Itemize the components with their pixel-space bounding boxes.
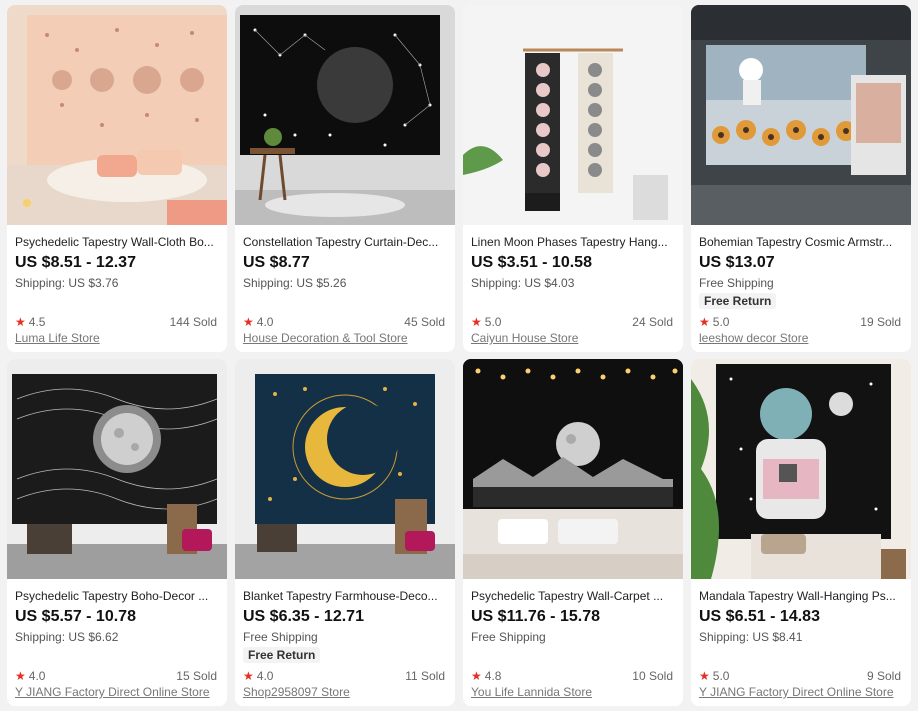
product-price: US $13.07 xyxy=(699,254,775,271)
rating-value: 4.0 xyxy=(28,669,46,683)
product-price: US $6.35 - 12.71 xyxy=(243,608,364,625)
rating: ★ 4.0 xyxy=(15,669,45,683)
star-icon: ★ xyxy=(243,315,254,329)
product-card[interactable]: Constellation Tapestry Curtain-Dec... US… xyxy=(235,5,455,352)
store-link[interactable]: Luma Life Store xyxy=(15,331,100,345)
rating: ★ 4.0 xyxy=(243,669,273,683)
sold-count: 10 Sold xyxy=(632,669,673,683)
sold-count: 45 Sold xyxy=(404,315,445,329)
shipping-info: Free Shipping xyxy=(471,630,546,644)
shipping-info: Shipping: US $6.62 xyxy=(15,630,119,644)
product-title[interactable]: Mandala Tapestry Wall-Hanging Ps... xyxy=(699,589,903,603)
star-icon: ★ xyxy=(699,669,710,683)
shipping-info: Shipping: US $8.41 xyxy=(699,630,803,644)
star-icon: ★ xyxy=(699,315,710,329)
product-title[interactable]: Psychedelic Tapestry Boho-Decor ... xyxy=(15,589,219,603)
store-link[interactable]: Y JIANG Factory Direct Online Store xyxy=(15,685,210,699)
store-link[interactable]: House Decoration & Tool Store xyxy=(243,331,408,345)
shipping-info: Shipping: US $3.76 xyxy=(15,276,119,290)
product-price: US $8.51 - 12.37 xyxy=(15,254,136,271)
shipping-info: Shipping: US $5.26 xyxy=(243,276,347,290)
free-return-badge: Free Return xyxy=(699,293,777,309)
product-card[interactable]: Psychedelic Tapestry Boho-Decor ... US $… xyxy=(7,359,227,706)
rating: ★ 5.0 xyxy=(699,669,729,683)
rating-value: 4.0 xyxy=(256,315,274,329)
rating-value: 4.0 xyxy=(256,669,274,683)
product-image[interactable] xyxy=(7,359,227,579)
store-link[interactable]: Caiyun House Store xyxy=(471,331,578,345)
star-icon: ★ xyxy=(15,669,26,683)
product-title[interactable]: Blanket Tapestry Farmhouse-Deco... xyxy=(243,589,447,603)
star-icon: ★ xyxy=(471,669,482,683)
product-card[interactable]: Mandala Tapestry Wall-Hanging Ps... US $… xyxy=(691,359,911,706)
product-image[interactable] xyxy=(7,5,227,225)
product-grid: Psychedelic Tapestry Wall-Cloth Bo... US… xyxy=(0,0,918,711)
rating-value: 5.0 xyxy=(712,315,730,329)
product-price: US $5.57 - 10.78 xyxy=(15,608,136,625)
product-title[interactable]: Linen Moon Phases Tapestry Hang... xyxy=(471,235,675,249)
sold-count: 24 Sold xyxy=(632,315,673,329)
product-price: US $11.76 - 15.78 xyxy=(471,608,600,625)
product-price: US $8.77 xyxy=(243,254,310,271)
shipping-info: Free Shipping xyxy=(699,276,774,290)
product-image[interactable] xyxy=(691,359,911,579)
product-image[interactable] xyxy=(235,5,455,225)
rating-value: 5.0 xyxy=(712,669,730,683)
product-image[interactable] xyxy=(463,5,683,225)
star-icon: ★ xyxy=(471,315,482,329)
sold-count: 11 Sold xyxy=(405,669,445,683)
sold-count: 15 Sold xyxy=(176,669,217,683)
store-link[interactable]: Y JIANG Factory Direct Online Store xyxy=(699,685,894,699)
product-image[interactable] xyxy=(691,5,911,225)
store-link[interactable]: You Life Lannida Store xyxy=(471,685,592,699)
product-card[interactable]: Psychedelic Tapestry Wall-Cloth Bo... US… xyxy=(7,5,227,352)
store-link[interactable]: leeshow decor Store xyxy=(699,331,808,345)
product-title[interactable]: Bohemian Tapestry Cosmic Armstr... xyxy=(699,235,903,249)
product-title[interactable]: Constellation Tapestry Curtain-Dec... xyxy=(243,235,447,249)
product-image[interactable] xyxy=(463,359,683,579)
sold-count: 144 Sold xyxy=(169,315,217,329)
store-link[interactable]: Shop2958097 Store xyxy=(243,685,350,699)
shipping-info: Free Shipping xyxy=(243,630,318,644)
product-price: US $6.51 - 14.83 xyxy=(699,608,820,625)
rating: ★ 5.0 xyxy=(699,315,729,329)
rating-value: 5.0 xyxy=(484,315,502,329)
star-icon: ★ xyxy=(15,315,26,329)
shipping-info: Shipping: US $4.03 xyxy=(471,276,575,290)
rating: ★ 4.8 xyxy=(471,669,501,683)
product-title[interactable]: Psychedelic Tapestry Wall-Cloth Bo... xyxy=(15,235,219,249)
sold-count: 19 Sold xyxy=(860,315,901,329)
sold-count: 9 Sold xyxy=(866,669,901,683)
star-icon: ★ xyxy=(243,669,254,683)
product-price: US $3.51 - 10.58 xyxy=(471,254,592,271)
rating-value: 4.5 xyxy=(28,315,46,329)
free-return-badge: Free Return xyxy=(243,647,321,663)
product-image[interactable] xyxy=(235,359,455,579)
rating-value: 4.8 xyxy=(484,669,502,683)
product-title[interactable]: Psychedelic Tapestry Wall-Carpet ... xyxy=(471,589,675,603)
product-card[interactable]: Psychedelic Tapestry Wall-Carpet ... US … xyxy=(463,359,683,706)
product-card[interactable]: Linen Moon Phases Tapestry Hang... US $3… xyxy=(463,5,683,352)
product-card[interactable]: Blanket Tapestry Farmhouse-Deco... US $6… xyxy=(235,359,455,706)
rating: ★ 4.5 xyxy=(15,315,45,329)
product-card[interactable]: Bohemian Tapestry Cosmic Armstr... US $1… xyxy=(691,5,911,352)
rating: ★ 4.0 xyxy=(243,315,273,329)
rating: ★ 5.0 xyxy=(471,315,501,329)
